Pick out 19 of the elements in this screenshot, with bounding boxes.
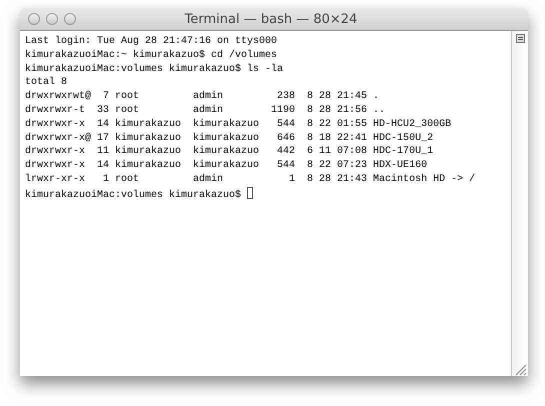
terminal-line: drwxrwxr-x@ 17 kimurakazuo kimurakazuo 646 8 18 22:41 HDC-150U_2 xyxy=(25,132,434,144)
split-pane-icon[interactable] xyxy=(516,34,524,43)
close-button[interactable] xyxy=(28,13,40,25)
zoom-button[interactable] xyxy=(64,13,76,25)
terminal-line: total 8 xyxy=(25,77,68,88)
scroll-bar[interactable] xyxy=(511,31,528,376)
terminal-line: drwxrwxr-x 14 kimurakazuo kimurakazuo 544 8 22 07:23 HDX-UE160 xyxy=(25,160,428,172)
window-title: Terminal — bash — 80×24 xyxy=(184,12,358,26)
minimize-button[interactable] xyxy=(46,13,58,25)
terminal-line: drwxrwxr-t 33 root admin 1190 8 28 21:56 .. xyxy=(25,104,386,116)
terminal-line: drwxrwxr-x 14 kimurakazuo kimurakazuo 544 8 22 01:55 HD-HCU2_300GB xyxy=(25,118,452,130)
terminal-line: Last login: Tue Aug 28 21:47:16 on ttys000 xyxy=(25,36,278,47)
terminal-line: kimurakazuoiMac:~ kimurakazuo$ cd /volumes xyxy=(25,50,278,61)
terminal-line: lrwxr-xr-x 1 root admin 1 8 28 21:43 Macintosh HD -> / xyxy=(25,174,476,185)
terminal-line: kimurakazuoiMac:volumes kimurakazuo$ ls -la xyxy=(25,64,284,75)
terminal-line: kimurakazuoiMac:volumes kimurakazuo$ xyxy=(25,190,242,201)
terminal-line: drwxrwxrwt@ 7 root admin 238 8 28 21:45 . xyxy=(25,91,380,102)
terminal-line: drwxrwxr-x 11 kimurakazuo kimurakazuo 442 6 11 07:08 HDC-170U_1 xyxy=(25,146,434,158)
resize-grip-icon[interactable] xyxy=(513,362,527,376)
